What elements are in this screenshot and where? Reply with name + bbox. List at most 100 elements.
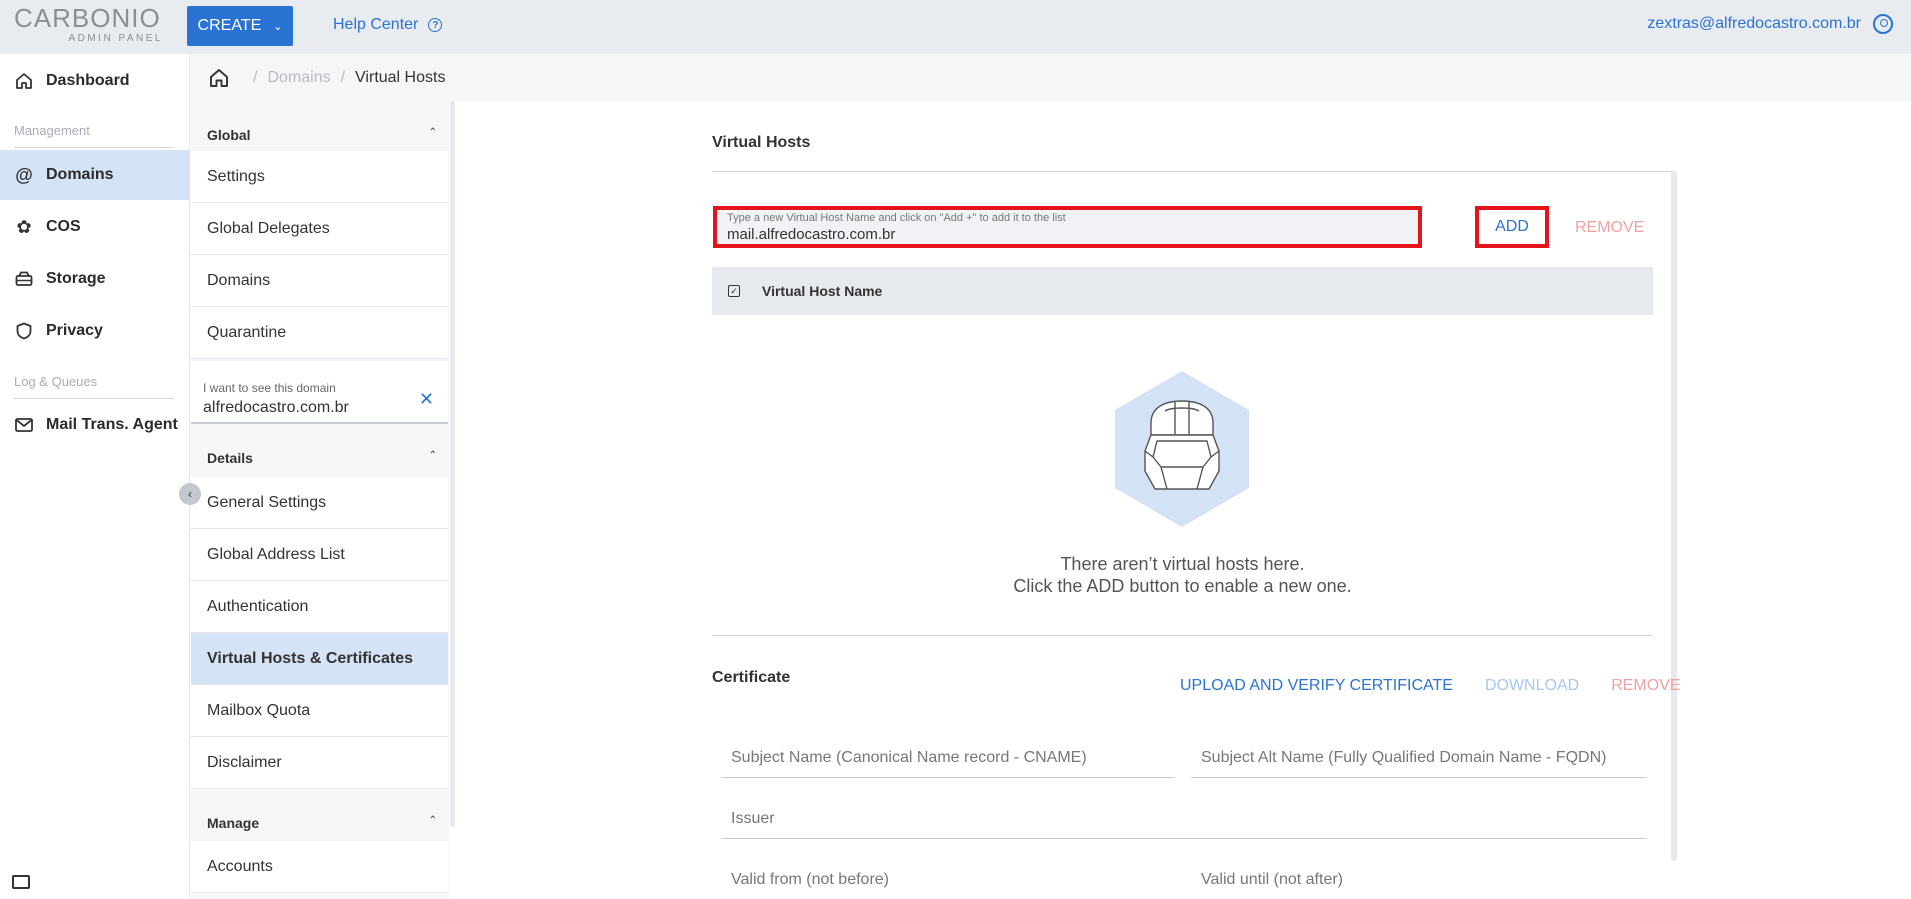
add-virtual-host-button[interactable]: ADD xyxy=(1475,206,1549,248)
download-certificate-button[interactable]: DOWNLOAD xyxy=(1485,677,1579,695)
nav-item-cos[interactable]: ✿ COS xyxy=(0,202,190,252)
submenu-item-label: Domains xyxy=(207,271,271,289)
domain-filter-field[interactable]: I want to see this domain alfredocastro.… xyxy=(191,361,448,424)
user-menu[interactable]: zextras@alfredocastro.com.br xyxy=(1647,14,1893,34)
nav-item-storage[interactable]: Storage xyxy=(0,254,190,304)
issuer-field[interactable]: Issuer xyxy=(721,799,1647,839)
submenu-details-title: Details xyxy=(207,450,253,466)
virtual-hosts-title: Virtual Hosts xyxy=(712,134,811,151)
feedback-chat-icon[interactable] xyxy=(12,875,30,889)
carbonio-logo[interactable]: CARBONIO ADMIN PANEL xyxy=(14,4,164,50)
submenu-item-mailbox-quota[interactable]: Mailbox Quota xyxy=(191,685,448,737)
subject-name-placeholder: Subject Name (Canonical Name record - CN… xyxy=(731,748,1087,766)
nav-label-mta: Mail Trans. Agent xyxy=(46,416,178,433)
submenu-manage-header[interactable]: Manage ⌃ xyxy=(207,815,437,831)
nav-item-privacy[interactable]: Privacy xyxy=(0,306,190,356)
section-divider xyxy=(712,635,1653,636)
nav-divider xyxy=(14,398,174,399)
breadcrumb-current: Virtual Hosts xyxy=(355,68,446,86)
remove-certificate-button[interactable]: REMOVE xyxy=(1611,677,1680,695)
submenu-global-header[interactable]: Global ⌃ xyxy=(207,127,437,143)
domain-filter-label: I want to see this domain xyxy=(203,381,336,395)
submenu-item-label: Global Address List xyxy=(207,545,345,563)
breadcrumb-separator: / xyxy=(340,68,346,86)
shield-icon xyxy=(14,321,34,341)
primary-sidebar: Dashboard Management @ Domains ✿ COS Sto… xyxy=(0,54,190,899)
virtual-host-input-value: mail.alfredocastro.com.br xyxy=(727,226,896,243)
clear-domain-icon[interactable]: ✕ xyxy=(419,389,434,410)
nav-item-domains[interactable]: @ Domains xyxy=(0,150,190,200)
remove-virtual-host-button[interactable]: REMOVE xyxy=(1575,219,1644,237)
submenu-item-virtual-hosts-certificates[interactable]: Virtual Hosts & Certificates xyxy=(191,633,448,685)
submenu-item-authentication[interactable]: Authentication xyxy=(191,581,448,633)
chevron-up-icon: ⌃ xyxy=(428,450,437,461)
valid-until-field[interactable]: Valid until (not after) xyxy=(1191,860,1647,899)
submenu-item-domains[interactable]: Domains xyxy=(191,255,448,307)
submenu-item-label: Disclaimer xyxy=(207,753,282,771)
submenu-item-global-address-list[interactable]: Global Address List xyxy=(191,529,448,581)
domain-filter-value: alfredocastro.com.br xyxy=(203,399,349,416)
submenu-details-header[interactable]: Details ⌃ xyxy=(207,450,437,466)
valid-until-placeholder: Valid until (not after) xyxy=(1201,871,1343,888)
breadcrumb-home-icon[interactable] xyxy=(209,68,229,88)
submenu-item-settings[interactable]: Settings xyxy=(191,151,448,203)
subject-name-field[interactable]: Subject Name (Canonical Name record - CN… xyxy=(721,738,1175,778)
nav-divider xyxy=(14,147,174,148)
nav-item-dashboard[interactable]: Dashboard xyxy=(0,56,190,106)
submenu-item-quarantine[interactable]: Quarantine xyxy=(191,307,448,359)
nav-section-logs: Log & Queues xyxy=(14,374,98,389)
virtual-host-input[interactable]: Type a new Virtual Host Name and click o… xyxy=(713,206,1422,248)
submenu-global-title: Global xyxy=(207,127,251,143)
logo-subtitle: ADMIN PANEL xyxy=(68,33,163,44)
chevron-up-icon: ⌃ xyxy=(428,815,437,826)
submenu-scrollbar[interactable] xyxy=(450,101,455,827)
domain-submenu: Global ⌃ Settings Global Delegates Domai… xyxy=(191,101,449,899)
create-button[interactable]: CREATE ⌄ xyxy=(187,6,293,46)
nav-section-management: Management xyxy=(14,123,90,138)
help-center-link[interactable]: Help Center ? xyxy=(333,16,443,34)
subject-alt-placeholder: Subject Alt Name (Fully Qualified Domain… xyxy=(1201,748,1607,766)
valid-from-field[interactable]: Valid from (not before) xyxy=(721,860,1175,899)
nav-label-storage: Storage xyxy=(46,270,106,287)
submenu-item-label: Mailbox Quota xyxy=(207,701,311,719)
issuer-placeholder: Issuer xyxy=(731,809,775,827)
breadcrumb: / Domains / Virtual Hosts xyxy=(191,54,1911,101)
nav-label-domains: Domains xyxy=(46,166,114,183)
chevron-up-icon: ⌃ xyxy=(428,127,437,138)
submenu-item-label: Accounts xyxy=(207,857,273,875)
submenu-item-accounts[interactable]: Accounts xyxy=(191,841,448,893)
submenu-item-disclaimer[interactable]: Disclaimer xyxy=(191,737,448,789)
nav-item-mail-transfer-agent[interactable]: Mail Trans. Agent xyxy=(0,400,190,450)
user-email: zextras@alfredocastro.com.br xyxy=(1647,15,1861,32)
create-label: CREATE xyxy=(197,17,262,34)
breadcrumb-separator: / xyxy=(253,68,258,86)
certificate-actions: UPLOAD AND VERIFY CERTIFICATE DOWNLOAD R… xyxy=(1180,677,1681,695)
submenu-item-label: Global Delegates xyxy=(207,219,330,237)
select-all-checkbox[interactable]: ✓ xyxy=(728,285,740,297)
storage-icon xyxy=(14,269,34,289)
upload-verify-certificate-button[interactable]: UPLOAD AND VERIFY CERTIFICATE xyxy=(1180,677,1453,695)
submenu-item-general-settings[interactable]: General Settings xyxy=(191,477,448,529)
top-bar: CARBONIO ADMIN PANEL CREATE ⌄ Help Cente… xyxy=(0,0,1911,54)
chevron-down-icon: ⌄ xyxy=(273,20,283,33)
empty-state-illustration xyxy=(1115,371,1249,527)
empty-state-message: There aren’t virtual hosts here. Click t… xyxy=(712,553,1653,597)
chevron-left-icon: ‹ xyxy=(188,487,192,501)
virtual-host-input-label: Type a new Virtual Host Name and click o… xyxy=(727,212,1066,224)
at-sign-icon: @ xyxy=(15,164,33,185)
valid-from-placeholder: Valid from (not before) xyxy=(731,871,889,888)
main-content: Virtual Hosts Type a new Virtual Host Na… xyxy=(457,101,1911,899)
logo-name: CARBONIO xyxy=(14,3,161,33)
content-scrollbar[interactable] xyxy=(1671,171,1677,861)
empty-state-line1: There aren’t virtual hosts here. xyxy=(1060,554,1305,574)
submenu-item-global-delegates[interactable]: Global Delegates xyxy=(191,203,448,255)
certificate-title: Certificate xyxy=(712,669,791,686)
home-icon xyxy=(14,71,34,91)
collapse-sidebar-button[interactable]: ‹ xyxy=(179,483,201,505)
subject-alt-name-field[interactable]: Subject Alt Name (Fully Qualified Domain… xyxy=(1191,738,1647,778)
help-center-label: Help Center xyxy=(333,16,419,33)
submenu-item-label: Quarantine xyxy=(207,323,287,341)
breadcrumb-domains[interactable]: Domains xyxy=(267,69,330,87)
column-virtual-host-name: Virtual Host Name xyxy=(762,283,883,299)
nav-label-privacy: Privacy xyxy=(46,322,103,339)
